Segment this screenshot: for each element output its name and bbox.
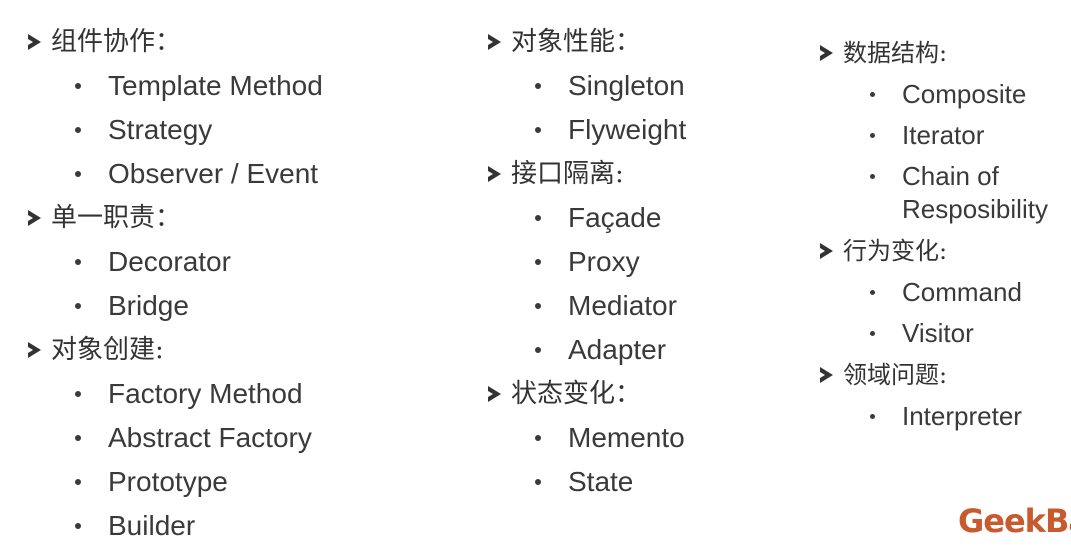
pattern-list: Factory Method Abstract Factory Prototyp… [28, 372, 323, 548]
column-3: 数据结构: Composite Iterator Chain of Respos… [820, 32, 1071, 437]
group-heading: 领域问题: [820, 354, 1071, 396]
list-item: Strategy [28, 108, 323, 152]
group-heading: 接口隔离: [488, 152, 686, 196]
column-2: 对象性能： Singleton Flyweight 接口隔离: Façade P… [488, 20, 686, 504]
group-heading: 单一职责： [28, 196, 323, 240]
group-object-creation: 对象创建: Factory Method Abstract Factory Pr… [28, 328, 323, 548]
list-item: Proxy [488, 240, 686, 284]
list-item: Interpreter [820, 396, 1071, 437]
list-item: State [488, 460, 686, 504]
arrow-bullet-icon [28, 210, 41, 226]
arrow-bullet-icon [820, 45, 833, 61]
group-interface-isolation: 接口隔离: Façade Proxy Mediator Adapter [488, 152, 686, 372]
pattern-list: Decorator Bridge [28, 240, 323, 328]
group-single-responsibility: 单一职责： Decorator Bridge [28, 196, 323, 328]
group-component-collaboration: 组件协作： Template Method Strategy Observer … [28, 20, 323, 196]
arrow-bullet-icon [488, 34, 501, 50]
list-item: Iterator [820, 115, 1071, 156]
pattern-list: Command Visitor [820, 272, 1071, 354]
group-heading: 组件协作： [28, 20, 323, 64]
list-item: Visitor [820, 313, 1071, 354]
arrow-bullet-icon [488, 166, 501, 182]
list-item: Bridge [28, 284, 323, 328]
group-behavior-change: 行为变化: Command Visitor [820, 230, 1071, 354]
pattern-list: Singleton Flyweight [488, 64, 686, 152]
list-item: Chain of Resposibility [820, 156, 1071, 230]
arrow-bullet-icon [28, 34, 41, 50]
group-data-structure: 数据结构: Composite Iterator Chain of Respos… [820, 32, 1071, 230]
pattern-list: Façade Proxy Mediator Adapter [488, 196, 686, 372]
group-state-change: 状态变化： Memento State [488, 372, 686, 504]
list-item: Observer / Event [28, 152, 323, 196]
list-item: Builder [28, 504, 323, 548]
list-item: Composite [820, 74, 1071, 115]
group-heading: 对象性能： [488, 20, 686, 64]
list-item: Adapter [488, 328, 686, 372]
list-item: Command [820, 272, 1071, 313]
arrow-bullet-icon [820, 243, 833, 259]
column-1: 组件协作： Template Method Strategy Observer … [28, 20, 323, 548]
list-item: Memento [488, 416, 686, 460]
list-item: Mediator [488, 284, 686, 328]
pattern-list: Interpreter [820, 396, 1071, 437]
group-heading: 对象创建: [28, 328, 323, 372]
list-item: Abstract Factory [28, 416, 323, 460]
list-item: Decorator [28, 240, 323, 284]
group-heading: 行为变化: [820, 230, 1071, 272]
group-object-performance: 对象性能： Singleton Flyweight [488, 20, 686, 152]
pattern-list: Memento State [488, 416, 686, 504]
list-item: Singleton [488, 64, 686, 108]
group-domain-problem: 领域问题: Interpreter [820, 354, 1071, 437]
list-item: Prototype [28, 460, 323, 504]
arrow-bullet-icon [488, 386, 501, 402]
arrow-bullet-icon [28, 342, 41, 358]
list-item: Flyweight [488, 108, 686, 152]
list-item: Template Method [28, 64, 323, 108]
group-heading: 数据结构: [820, 32, 1071, 74]
group-heading: 状态变化： [488, 372, 686, 416]
pattern-list: Composite Iterator Chain of Resposibilit… [820, 74, 1071, 230]
pattern-list: Template Method Strategy Observer / Even… [28, 64, 323, 196]
list-item: Façade [488, 196, 686, 240]
geekbang-logo: GeekBa [958, 502, 1071, 540]
arrow-bullet-icon [820, 367, 833, 383]
list-item: Factory Method [28, 372, 323, 416]
